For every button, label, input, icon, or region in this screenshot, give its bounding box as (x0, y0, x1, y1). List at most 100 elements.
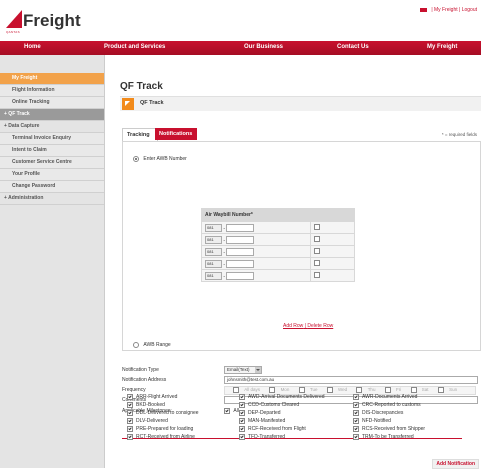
milestone-checkbox[interactable] (239, 394, 245, 400)
frequency-checkbox[interactable] (410, 387, 417, 393)
milestone-option[interactable]: MAN-Manifested (239, 418, 285, 424)
milestone-checkbox[interactable] (127, 402, 133, 408)
awb-cell: 081 - (200, 221, 312, 234)
frequency-thu[interactable]: Thu (352, 387, 375, 393)
awb-number-input[interactable] (226, 235, 255, 244)
nav-business[interactable]: Our Business (244, 44, 283, 50)
milestones-all-option[interactable]: All (224, 408, 239, 416)
frequency-checkbox[interactable] (298, 387, 305, 393)
notification-address-input[interactable]: johnsmith@test.com.au (224, 376, 478, 384)
nav-contact[interactable]: Contact Us (337, 44, 369, 50)
milestone-option[interactable]: CCD-Customs Cleared (239, 402, 299, 408)
frequency-mon[interactable]: Mon (265, 387, 289, 393)
milestone-option[interactable]: AWR-Documents Arrived (353, 394, 417, 400)
milestone-checkbox[interactable] (239, 402, 245, 408)
nav-my-freight[interactable]: My Freight (427, 44, 457, 50)
milestone-option[interactable]: ARR-Flight Arrived (127, 394, 177, 400)
milestone-option[interactable]: TFD-Transferred (239, 434, 285, 440)
sidebar-item-intent-to-claim[interactable]: Intent to Claim (0, 145, 104, 157)
milestone-option[interactable]: AWD-Arrival Documents Delivered (239, 394, 325, 400)
milestone-option[interactable]: BKD-Booked (127, 402, 165, 408)
sidebar-item-change-password[interactable]: Change Password (0, 181, 104, 193)
frequency-tue[interactable]: Tue (295, 387, 318, 393)
milestone-option[interactable]: RCT-Received from Airline (127, 434, 195, 440)
milestone-option[interactable]: PRE-Prepared for loading (127, 426, 193, 432)
frequency-all-days[interactable]: All days (229, 387, 260, 393)
sidebar-item-administration[interactable]: + Administration (0, 193, 104, 205)
enter-awb-radio[interactable] (133, 156, 139, 162)
top-links-text[interactable]: | My Freight | Logout (431, 7, 477, 13)
frequency-fri[interactable]: Fri (381, 387, 401, 393)
milestone-checkbox[interactable] (353, 426, 359, 432)
milestone-checkbox[interactable] (127, 426, 133, 432)
milestone-checkbox[interactable] (353, 434, 359, 440)
delete-row-link[interactable]: Delete Row (307, 323, 333, 329)
brand-logo[interactable]: Freight QANTAS (6, 10, 86, 38)
milestone-checkbox[interactable] (239, 426, 245, 432)
milestone-option[interactable]: RCS-Received from Shipper (353, 426, 425, 432)
milestone-checkbox[interactable] (353, 402, 359, 408)
awb-number-input[interactable] (226, 259, 255, 268)
awb-range-radio[interactable] (133, 342, 139, 348)
milestone-checkbox[interactable] (353, 394, 359, 400)
awb-number-input[interactable] (226, 223, 255, 232)
frequency-checkbox[interactable] (326, 387, 333, 393)
milestone-checkbox[interactable] (239, 418, 245, 424)
milestone-option[interactable]: TRM-To be Transferred (353, 434, 414, 440)
sidebar-item-customer-service[interactable]: Customer Service Centre (0, 157, 104, 169)
row-select-checkbox[interactable] (314, 236, 321, 243)
milestone-label: CRC-Reported to customs (362, 402, 421, 409)
tab-tracking[interactable]: Tracking (122, 128, 158, 141)
milestone-option[interactable]: DLV-Delivered (127, 418, 168, 424)
frequency-option-label: Tue (309, 387, 318, 393)
milestone-checkbox[interactable] (239, 410, 245, 416)
flag-icon (420, 7, 428, 12)
milestone-option[interactable]: DDL-Delivered to consignee (127, 410, 199, 416)
notification-type-select[interactable]: Email(Text) (224, 366, 262, 374)
frequency-checkbox[interactable] (233, 387, 239, 393)
milestone-checkbox[interactable] (239, 434, 245, 440)
tab-notifications[interactable]: Notifications (155, 128, 197, 140)
frequency-checkbox[interactable] (437, 387, 444, 393)
sidebar-item-flight-information[interactable]: Flight Information (0, 85, 104, 97)
milestone-option[interactable]: NFD-Notified (353, 418, 391, 424)
row-select-checkbox[interactable] (314, 272, 321, 279)
frequency-checkbox[interactable] (269, 387, 276, 393)
sidebar-item-your-profile[interactable]: Your Profile (0, 169, 104, 181)
top-links[interactable]: | My Freight | Logout (420, 7, 477, 13)
frequency-sun[interactable]: Sun (434, 387, 457, 393)
row-select-checkbox[interactable] (314, 224, 321, 231)
frequency-option-label: Wed (337, 387, 348, 393)
milestone-checkbox[interactable] (353, 418, 359, 424)
milestone-checkbox[interactable] (127, 418, 133, 424)
awb-number-input[interactable] (226, 247, 255, 256)
milestones-all-checkbox[interactable] (224, 408, 230, 414)
awb-range-option[interactable]: AWB Range (133, 342, 171, 348)
milestone-checkbox[interactable] (127, 434, 133, 440)
milestone-option[interactable]: RCF-Received from Flight (239, 426, 306, 432)
milestone-option[interactable]: DEP-Departed (239, 410, 281, 416)
milestone-checkbox[interactable] (353, 410, 359, 416)
sidebar-item-qf-track[interactable]: + QF Track (0, 109, 104, 121)
frequency-sat[interactable]: Sat (407, 387, 429, 393)
add-row-link[interactable]: Add Row (283, 323, 303, 329)
sidebar-item-online-tracking[interactable]: Online Tracking (0, 97, 104, 109)
sidebar-item-terminal-invoice[interactable]: Terminal Invoice Enquiry (0, 133, 104, 145)
frequency-checkbox[interactable] (384, 387, 391, 393)
milestone-checkbox[interactable] (127, 394, 133, 400)
frequency-wed[interactable]: Wed (323, 387, 347, 393)
milestone-label: TRM-To be Transferred (362, 434, 414, 441)
milestone-option[interactable]: DIS-Discrepancies (353, 410, 403, 416)
sidebar-item-data-capture[interactable]: + Data Capture (0, 121, 104, 133)
row-select-checkbox[interactable] (314, 248, 321, 255)
awb-number-input[interactable] (226, 271, 255, 280)
sidebar-item-my-freight[interactable]: My Freight (0, 73, 104, 85)
sidebar: My Freight Flight Information Online Tra… (0, 55, 105, 468)
milestone-checkbox[interactable] (127, 410, 133, 416)
enter-awb-option[interactable]: Enter AWB Number (133, 156, 187, 162)
row-select-checkbox[interactable] (314, 260, 321, 267)
frequency-checkbox[interactable] (356, 387, 363, 393)
nav-home[interactable]: Home (24, 44, 41, 50)
nav-products[interactable]: Product and Services (104, 44, 165, 50)
milestone-option[interactable]: CRC-Reported to customs (353, 402, 421, 408)
